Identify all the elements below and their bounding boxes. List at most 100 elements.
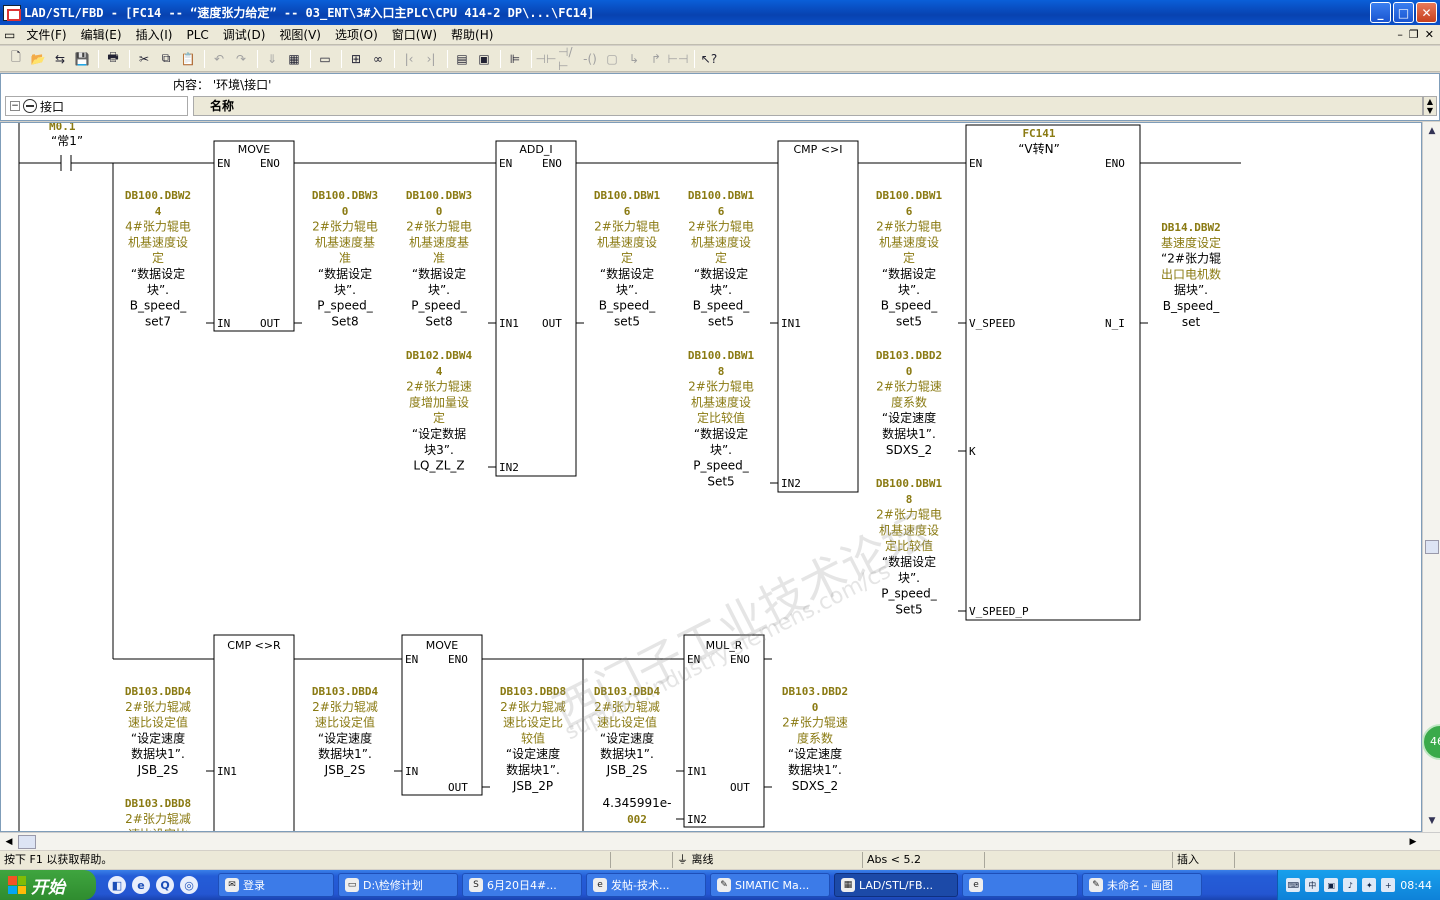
window-icon[interactable]: ▤ — [452, 49, 472, 69]
coil-icon[interactable]: -() — [580, 49, 600, 69]
menu-help[interactable]: 帮助(H) — [444, 25, 500, 45]
last-icon[interactable]: ›| — [421, 49, 441, 69]
status-mode: ⏚ 离线 — [672, 852, 860, 868]
mdi-restore-button[interactable]: ❐ — [1409, 28, 1419, 41]
operand-line: 块”. — [334, 283, 356, 297]
volume-icon[interactable]: ♪ — [1343, 878, 1358, 892]
task-item-browser2[interactable]: e — [962, 873, 1078, 897]
operand-mul-in1: DB103.DBD4 2#张力辊减速比设定值“设定速度数据块1”. JSB_2S — [594, 685, 661, 777]
svg-text:EN: EN — [969, 157, 982, 170]
branch-close-icon[interactable]: ↱ — [646, 49, 666, 69]
scroll-thumb[interactable] — [1425, 540, 1439, 554]
task-item-lad[interactable]: ▦ LAD/STL/FB... — [834, 873, 958, 897]
svg-text:IN2: IN2 — [687, 813, 707, 826]
catalog-icon[interactable]: ▣ — [474, 49, 494, 69]
tree-item-interface[interactable]: 接口 — [40, 98, 64, 115]
task-item-excel[interactable]: S 6月20日4#... — [462, 873, 582, 897]
horizontal-scrollbar[interactable]: ◀ ▶ — [0, 832, 1440, 850]
save-icon[interactable]: 💾 — [72, 49, 92, 69]
task-item-browser[interactable]: e 发帖-技术... — [586, 873, 706, 897]
new-icon[interactable]: 🗋 — [6, 49, 26, 69]
menu-debug[interactable]: 调试(D) — [216, 25, 273, 45]
menu-insert[interactable]: 插入(I) — [129, 25, 180, 45]
ie-icon[interactable]: e — [132, 876, 150, 894]
redo-icon[interactable]: ↷ — [231, 49, 251, 69]
operand-line: 2#张力辊电 — [876, 220, 942, 234]
add-tray-icon[interactable]: + — [1381, 878, 1396, 892]
maximize-button[interactable]: □ — [1393, 2, 1414, 23]
scroll-left-icon[interactable]: ◀ — [2, 835, 16, 849]
app-icon[interactable] — [3, 4, 21, 21]
operand-line: JSB_2S — [606, 763, 648, 777]
menu-options[interactable]: 选项(O) — [328, 25, 385, 45]
task-item-login[interactable]: ✉ 登录 — [218, 873, 334, 897]
scroll-right-icon[interactable]: ▶ — [1406, 835, 1420, 849]
minimize-button[interactable]: _ — [1370, 2, 1391, 23]
operand-cmp-in2: DB100.DBW1 8 2#张力辊电机基速度设定比较值“数据设定块”. P_spee… — [688, 349, 755, 488]
mdi-close-button[interactable]: ✕ — [1425, 28, 1434, 41]
operand-line: “数据设定 — [694, 426, 748, 441]
mdi-minimize-button[interactable]: – — [1397, 28, 1403, 41]
tool-tray-icon[interactable]: ✦ — [1362, 878, 1377, 892]
svg-text:MOVE: MOVE — [238, 143, 270, 156]
connect-icon[interactable]: ⊢⊣ — [668, 49, 689, 69]
operand-line: 定 — [903, 250, 915, 265]
cut-icon[interactable]: ✂ — [134, 49, 154, 69]
scroll-up-icon[interactable]: ▲ — [1425, 124, 1439, 138]
ime-icon[interactable]: 中 — [1305, 878, 1320, 892]
hscroll-thumb[interactable] — [18, 835, 36, 849]
qq-icon[interactable]: Q — [156, 876, 174, 894]
close-button[interactable]: ✕ — [1416, 2, 1437, 23]
contact-nc-icon[interactable]: ⊣/⊢ — [558, 45, 578, 73]
network-icon[interactable]: ⊞ — [346, 49, 366, 69]
operand-line: DB102.DBW4 — [406, 349, 473, 362]
menu-file[interactable]: 文件(F) — [19, 25, 73, 45]
desktop-icon[interactable]: ◧ — [108, 876, 126, 894]
operand-line: Set5 — [895, 602, 922, 616]
print-icon[interactable]: 🖶 — [103, 49, 123, 69]
first-icon[interactable]: |‹ — [399, 49, 419, 69]
help-pointer-icon[interactable]: ↖? — [699, 49, 719, 69]
menu-window[interactable]: 窗口(W) — [385, 25, 444, 45]
undo-icon[interactable]: ↶ — [209, 49, 229, 69]
ladder-editor[interactable]: .ln{stroke:#000;stroke-width:1;fill:none… — [0, 122, 1422, 832]
overview-icon[interactable]: ▭ — [315, 49, 335, 69]
contact-no-icon[interactable]: ⊣⊢ — [536, 49, 557, 69]
keyboard-icon[interactable]: ⌨ — [1286, 878, 1301, 892]
box-icon[interactable]: ▢ — [602, 49, 622, 69]
interface-content-label: 内容： '环境\接口' — [173, 78, 272, 92]
copy-icon[interactable]: ⧉ — [156, 49, 176, 69]
title-bar: LAD/STL/FBD - [FC14 -- “速度张力给定” -- 03_EN… — [0, 0, 1440, 25]
menu-edit[interactable]: 编辑(E) — [74, 25, 129, 45]
operand-line: 2#张力辊速 — [782, 716, 848, 730]
download-icon[interactable]: ⇓ — [262, 49, 282, 69]
paste-icon[interactable]: 📋 — [178, 49, 198, 69]
mdi-icon[interactable]: ▭ — [0, 25, 19, 45]
svg-text:MUL_R: MUL_R — [706, 639, 743, 652]
interface-tree[interactable]: − 接口 — [5, 96, 188, 116]
tree-toggle[interactable]: − — [10, 101, 20, 111]
branch-open-icon[interactable]: ↳ — [624, 49, 644, 69]
svg-text:IN1: IN1 — [217, 765, 237, 778]
glasses-icon[interactable]: ∞ — [368, 49, 388, 69]
browser-quick-icon[interactable]: ◎ — [180, 876, 198, 894]
task-item-paint[interactable]: ✎ 未命名 - 画图 — [1082, 873, 1202, 897]
scroll-down-icon[interactable]: ▼ — [1425, 814, 1439, 828]
interface-panel: 内容： '环境\接口' − 接口 名称 ▲ ▼ — [0, 73, 1440, 121]
task-item-simatic[interactable]: ✎ SIMATIC Ma... — [710, 873, 830, 897]
operand-fc-v-speed-p: DB100.DBW1 8 2#张力辊电机基速度设定比较值“数据设定块”. P_spee… — [876, 477, 943, 616]
task-item-folder[interactable]: ▭ D:\检修计划 — [338, 873, 458, 897]
interface-scrollbar[interactable]: ▲ ▼ — [1423, 96, 1437, 116]
network-tray-icon[interactable]: ▣ — [1324, 878, 1339, 892]
menu-plc[interactable]: PLC — [179, 25, 215, 45]
operand-line: set5 — [896, 314, 922, 328]
ladder-icon[interactable]: ⊫ — [505, 49, 525, 69]
accessible-icon[interactable]: ⇆ — [50, 49, 70, 69]
operand-line: DB103.DBD2 — [782, 685, 848, 698]
menu-view[interactable]: 视图(V) — [272, 25, 328, 45]
operand-line: 数据块1”. — [788, 762, 842, 777]
start-button[interactable]: 开始 — [0, 870, 96, 900]
monitor-icon[interactable]: ▦ — [284, 49, 304, 69]
open-icon[interactable]: 📂 — [28, 49, 48, 69]
operand-line: 速比设定值 — [128, 715, 188, 730]
